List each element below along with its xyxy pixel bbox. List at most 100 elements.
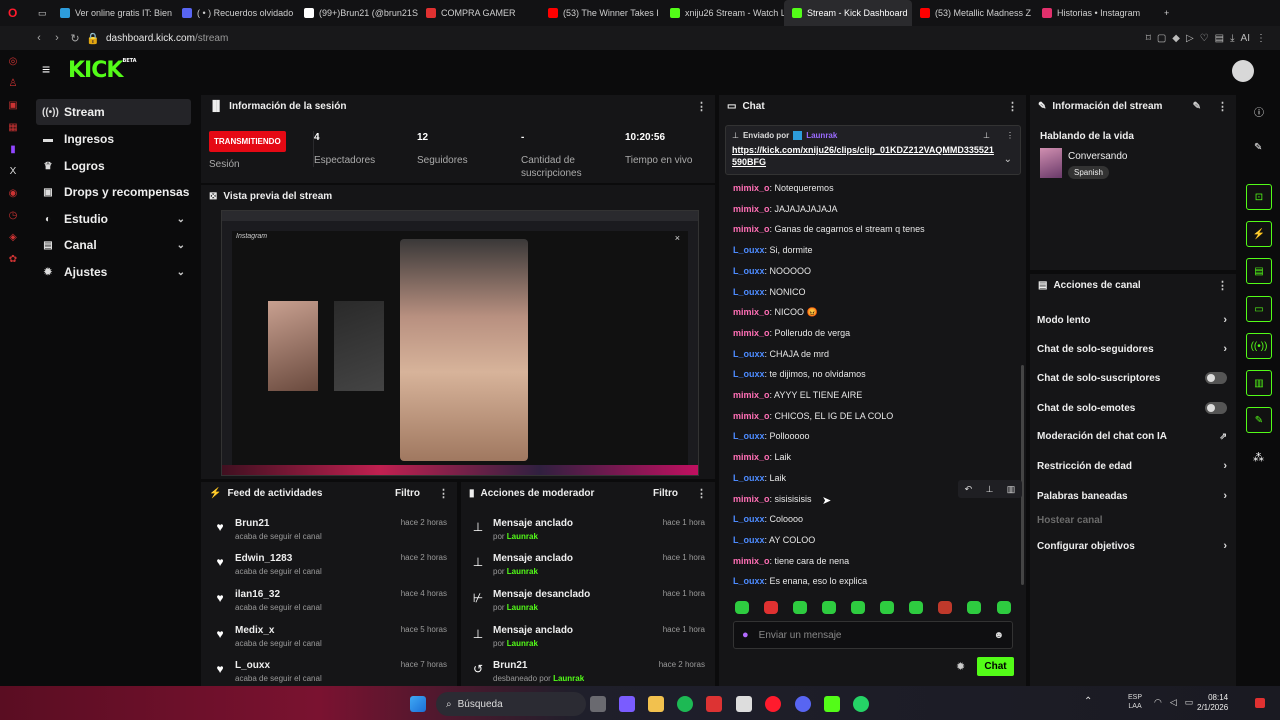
kebab-menu-icon[interactable]: ⋮ (1217, 279, 1228, 292)
chat-username[interactable]: L_ouxx (733, 514, 765, 524)
nav-item-estudio[interactable]: ◐ Estudio ⌄ (36, 206, 191, 232)
chat-username[interactable]: mimix_o (733, 494, 770, 504)
discord-icon[interactable] (795, 696, 811, 712)
browser-tab[interactable]: Ver online gratis IT: Bien (52, 0, 174, 26)
chat-username[interactable]: L_ouxx (733, 245, 765, 255)
chat-message[interactable]: mimix_o: Notequeremos (733, 183, 834, 193)
chat-message[interactable]: mimix_o: Ganas de cagarnos el stream q t… (733, 224, 925, 234)
workspace-icon[interactable]: ▦ (0, 116, 26, 138)
reply-icon[interactable]: ↶ (965, 484, 973, 495)
hamburger-menu-icon[interactable]: ≡ (42, 62, 56, 76)
aria-icon[interactable]: ◎ (0, 50, 26, 72)
mod-filter-button[interactable]: Filtro (653, 488, 678, 499)
emote-icon[interactable] (938, 601, 952, 614)
chat-username[interactable]: mimix_o (733, 204, 770, 214)
broadcast-icon[interactable]: ((•)) (1246, 333, 1272, 359)
lightning-icon[interactable]: ⚡ (1246, 221, 1272, 247)
taskbar-search[interactable]: ⌕ Búsqueda (436, 692, 586, 716)
kebab-menu-icon[interactable]: ⋮ (1007, 100, 1018, 113)
forward-icon[interactable]: › (48, 29, 66, 47)
chat-message[interactable]: L_ouxx: Si, dormite (733, 245, 813, 255)
chat-username[interactable]: mimix_o (733, 183, 770, 193)
emote-icon[interactable] (735, 601, 749, 614)
avatar[interactable] (1232, 60, 1254, 82)
gear-icon[interactable]: ✹ (956, 660, 965, 673)
pinned-link[interactable]: https://kick.com/xniju26/clips/clip_01KD… (732, 144, 998, 168)
banned-words-row[interactable]: Palabras baneadas › (1037, 490, 1227, 502)
pin-icon[interactable]: ⊥ (983, 131, 990, 140)
history-icon[interactable]: ◷ (0, 204, 26, 226)
nav-item-drops[interactable]: ▣ Drops y recompensas (36, 179, 191, 205)
chat-username[interactable]: L_ouxx (733, 369, 765, 379)
heart-icon[interactable]: ♡ (1200, 33, 1209, 44)
chat-message[interactable]: L_ouxx: Es enana, eso lo explica (733, 576, 867, 586)
chat-username[interactable]: mimix_o (733, 224, 770, 234)
player-icon[interactable]: ▷ (1186, 33, 1194, 44)
wallet-icon[interactable]: ▤ (1215, 33, 1224, 44)
chat-message[interactable]: L_ouxx: NONICO (733, 287, 806, 297)
chat-message[interactable]: L_ouxx: Laik (733, 473, 786, 483)
file-explorer-icon[interactable] (648, 696, 664, 712)
task-view-icon[interactable] (590, 696, 606, 712)
chat-message[interactable]: L_ouxx: AY COLOO (733, 535, 815, 545)
twitch-icon[interactable]: ▮ (0, 138, 26, 160)
emoji-icon[interactable]: ☻ (993, 630, 1004, 641)
app-icon[interactable] (706, 696, 722, 712)
chat-message[interactable]: mimix_o: JAJAJAJAJAJA (733, 204, 838, 214)
stream-preview-video[interactable]: Instagram × (221, 210, 699, 476)
chat-message[interactable]: mimix_o: CHICOS, EL IG DE LA COLO (733, 411, 893, 421)
nav-item-ajustes[interactable]: ✹ Ajustes ⌄ (36, 259, 191, 285)
nav-item-logros[interactable]: ♛ Logros (36, 153, 191, 179)
volume-icon[interactable]: ◁ (1170, 697, 1177, 708)
chat-message[interactable]: mimix_o: AYYY EL TIENE AIRE (733, 390, 862, 400)
age-restriction-row[interactable]: Restricción de edad › (1037, 460, 1227, 472)
layers-icon[interactable]: ▥ (1246, 370, 1272, 396)
chevron-down-icon[interactable]: ⌄ (1004, 154, 1012, 165)
url-field[interactable]: dashboard.kick.com/stream (106, 33, 228, 44)
kebab-menu-icon[interactable]: ⋮ (696, 100, 707, 113)
crop-icon[interactable]: ⊡ (1246, 184, 1272, 210)
chat-username[interactable]: L_ouxx (733, 266, 765, 276)
chat-username[interactable]: L_ouxx (733, 431, 765, 441)
emotes-only-toggle[interactable] (1205, 402, 1227, 414)
chat-username[interactable]: mimix_o (733, 390, 770, 400)
chat-message[interactable]: mimix_o: Pollerudo de verga (733, 328, 850, 338)
chat-input[interactable]: ● Enviar un mensaje ☻ (733, 621, 1013, 649)
kick-taskbar-icon[interactable] (824, 696, 840, 712)
chat-username[interactable]: mimix_o (733, 328, 770, 338)
chat-message[interactable]: mimix_o: NICOO 😡 (733, 307, 818, 318)
app-icon[interactable] (619, 696, 635, 712)
emote-icon[interactable] (909, 601, 923, 614)
send-chat-button[interactable]: Chat (977, 657, 1014, 676)
opera-taskbar-icon[interactable] (765, 696, 781, 712)
reload-icon[interactable]: ↻ (66, 29, 84, 47)
notification-icon[interactable] (1255, 698, 1265, 708)
subs-only-toggle[interactable] (1205, 372, 1227, 384)
language-indicator[interactable]: ESP LAA (1128, 693, 1142, 711)
chat-message[interactable]: L_ouxx: te dijimos, no olvidamos (733, 369, 866, 379)
wrench-icon[interactable]: ✎ (1246, 407, 1272, 433)
set-goals-row[interactable]: Configurar objetivos › (1037, 540, 1227, 552)
browser-tab[interactable]: Historias • Instagram (1034, 0, 1156, 26)
chat-username[interactable]: mimix_o (733, 307, 770, 317)
emote-icon[interactable] (764, 601, 778, 614)
snapshot-icon[interactable]: ▢ (1157, 33, 1166, 44)
clipboard-icon[interactable]: ▤ (1246, 258, 1272, 284)
microphone-icon[interactable]: ● (742, 629, 749, 641)
info-icon[interactable]: ⓘ (1254, 104, 1264, 119)
shield-icon[interactable]: ◆ (1172, 33, 1180, 44)
edit-icon[interactable]: ✎ (1193, 101, 1201, 112)
tab-menu-icon[interactable]: ▭ (30, 0, 52, 26)
gear-icon[interactable]: ✿ (0, 248, 26, 270)
chat-username[interactable]: L_ouxx (733, 576, 765, 586)
emote-icon[interactable] (822, 601, 836, 614)
messenger-icon[interactable]: ▣ (0, 94, 26, 116)
browser-tab[interactable]: ( • ) Recuerdos olvidado (174, 0, 296, 26)
browser-menu-icon[interactable]: ⋮ (1256, 33, 1266, 44)
settings-sidebar-icon[interactable]: ◉ (0, 182, 26, 204)
new-tab-icon[interactable]: + (1156, 0, 1180, 26)
chat-message[interactable]: L_ouxx: NOOOOO (733, 266, 811, 276)
chat-message[interactable]: L_ouxx: Coloooo (733, 514, 803, 524)
pencil-icon[interactable]: ✎ (1254, 142, 1262, 153)
kick-logo[interactable]: KICKBETA (68, 58, 137, 83)
